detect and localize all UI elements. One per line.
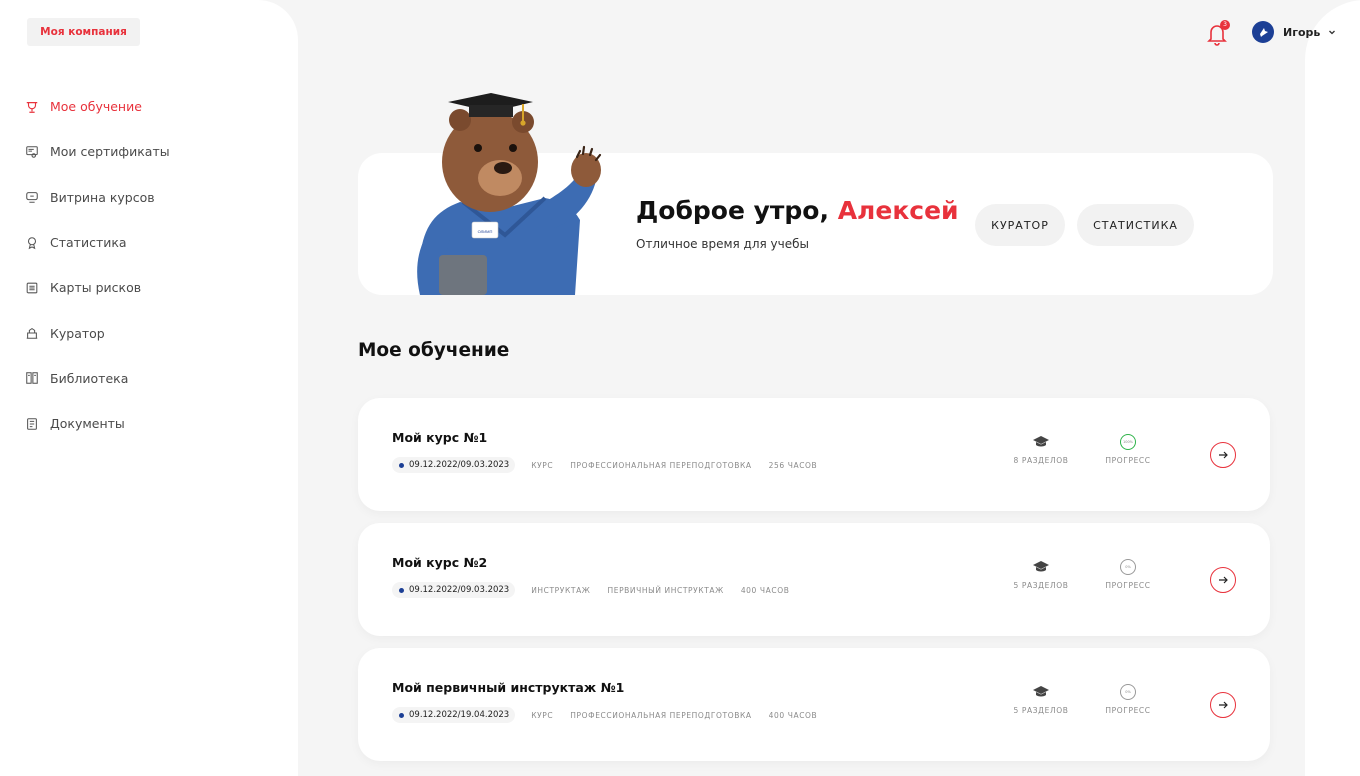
course-tag: КУРС	[531, 710, 554, 720]
progress-label: ПРОГРЕСС	[1105, 706, 1151, 715]
date-text: 09.12.2022/09.03.2023	[409, 460, 510, 470]
course-title: Мой первичный инструктаж №1	[392, 680, 625, 695]
sidebar: Моя компания Мое обучение Мои сертификат…	[0, 0, 298, 776]
open-course-button[interactable]	[1210, 567, 1236, 593]
course-progress: 0% ПРОГРЕСС	[1093, 559, 1163, 590]
course-dates: 09.12.2022/19.04.2023	[392, 707, 516, 723]
notification-badge: 3	[1220, 20, 1230, 30]
greeting-title: Доброе утро, Алексей	[636, 196, 959, 225]
sidebar-item-documents[interactable]: Документы	[24, 401, 274, 446]
sidebar-item-showcase[interactable]: Витрина курсов	[24, 175, 274, 220]
course-tag: ПРОФЕССИОНАЛЬНАЯ ПЕРЕПОДГОТОВКА	[570, 460, 752, 470]
badge-text: ОЛИМП	[478, 229, 493, 234]
sidebar-item-label: Мои сертификаты	[50, 144, 170, 160]
risk-map-icon	[24, 280, 40, 296]
curator-icon	[24, 325, 40, 341]
user-name: Игорь	[1283, 25, 1321, 39]
library-icon	[24, 370, 40, 386]
sections-label: 5 РАЗДЕЛОВ	[1013, 706, 1069, 715]
sidebar-item-label: Витрина курсов	[50, 189, 155, 205]
date-text: 09.12.2022/09.03.2023	[409, 585, 510, 595]
progress-value: 0%	[1125, 565, 1131, 569]
section-title: Мое обучение	[358, 340, 510, 361]
statistics-icon	[24, 235, 40, 251]
course-title: Мой курс №1	[392, 430, 488, 445]
progress-ring: 100%	[1120, 434, 1136, 450]
sidebar-item-statistics[interactable]: Статистика	[24, 220, 274, 265]
sidebar-item-label: Куратор	[50, 325, 105, 341]
sidebar-item-library[interactable]: Библиотека	[24, 356, 274, 401]
course-tag: 400 ЧАСОВ	[768, 710, 818, 720]
sidebar-nav: Мое обучение Мои сертификаты Витрина кур…	[24, 84, 274, 446]
greeting-subtitle: Отличное время для учебы	[636, 237, 809, 251]
arrow-right-icon	[1219, 451, 1228, 459]
course-tag: 400 ЧАСОВ	[740, 585, 790, 595]
sidebar-item-label: Статистика	[50, 235, 127, 251]
dot-icon	[399, 462, 404, 468]
graduation-icon	[24, 99, 40, 115]
user-menu[interactable]: Игорь	[1252, 20, 1336, 44]
dot-icon	[399, 712, 404, 718]
course-dates: 09.12.2022/09.03.2023	[392, 582, 516, 598]
course-sections: 8 РАЗДЕЛОВ	[1006, 434, 1076, 465]
greeting-name: Алексей	[837, 196, 959, 225]
sidebar-item-my-learning[interactable]: Мое обучение	[24, 84, 274, 129]
open-course-button[interactable]	[1210, 442, 1236, 468]
progress-label: ПРОГРЕСС	[1105, 456, 1151, 465]
showcase-icon	[24, 189, 40, 205]
statistics-button[interactable]: СТАТИСТИКА	[1077, 204, 1194, 246]
course-tag: КУРС	[531, 460, 554, 470]
sections-label: 5 РАЗДЕЛОВ	[1013, 581, 1069, 590]
sidebar-item-curator[interactable]: Куратор	[24, 310, 274, 355]
course-meta: 09.12.2022/19.04.2023 КУРС ПРОФЕССИОНАЛЬ…	[392, 707, 834, 723]
sidebar-item-label: Документы	[50, 416, 125, 432]
course-sections: 5 РАЗДЕЛОВ	[1006, 559, 1076, 590]
user-avatar-icon	[1260, 28, 1268, 37]
dot-icon	[399, 587, 404, 593]
course-meta: 09.12.2022/09.03.2023 ИНСТРУКТАЖ ПЕРВИЧН…	[392, 582, 806, 598]
progress-value: 0%	[1125, 690, 1131, 694]
documents-icon	[24, 416, 40, 432]
sidebar-item-certificates[interactable]: Мои сертификаты	[24, 129, 274, 174]
arrow-right-icon	[1219, 576, 1228, 584]
sidebar-item-label: Мое обучение	[50, 99, 142, 115]
course-card[interactable]: Мой первичный инструктаж №1 09.12.2022/1…	[358, 648, 1270, 761]
progress-value: 100%	[1122, 440, 1133, 444]
graduation-cap-icon	[1033, 436, 1049, 447]
bear-mascot-illustration: ОЛИМП	[405, 90, 615, 295]
course-tag: 256 ЧАСОВ	[768, 460, 818, 470]
course-dates: 09.12.2022/09.03.2023	[392, 457, 516, 473]
course-tag: ПЕРВИЧНЫЙ ИНСТРУКТАЖ	[607, 585, 724, 595]
curator-button[interactable]: КУРАТОР	[975, 204, 1065, 246]
sidebar-item-risk-maps[interactable]: Карты рисков	[24, 265, 274, 310]
course-tag: ИНСТРУКТАЖ	[531, 585, 591, 595]
company-button[interactable]: Моя компания	[27, 18, 140, 46]
graduation-cap-icon	[1033, 686, 1049, 697]
date-text: 09.12.2022/19.04.2023	[409, 710, 510, 720]
notifications-button[interactable]: 3	[1206, 20, 1230, 46]
graduation-cap-icon	[1033, 561, 1049, 572]
course-title: Мой курс №2	[392, 555, 488, 570]
right-panel-edge	[1305, 0, 1360, 776]
progress-ring: 0%	[1120, 684, 1136, 700]
chevron-down-icon	[1329, 30, 1336, 35]
course-sections: 5 РАЗДЕЛОВ	[1006, 684, 1076, 715]
course-progress: 100% ПРОГРЕСС	[1093, 434, 1163, 465]
certificate-icon	[24, 144, 40, 160]
course-tag: ПРОФЕССИОНАЛЬНАЯ ПЕРЕПОДГОТОВКА	[570, 710, 752, 720]
open-course-button[interactable]	[1210, 692, 1236, 718]
progress-label: ПРОГРЕСС	[1105, 581, 1151, 590]
course-card[interactable]: Мой курс №2 09.12.2022/09.03.2023 ИНСТРУ…	[358, 523, 1270, 636]
course-card[interactable]: Мой курс №1 09.12.2022/09.03.2023 КУРС П…	[358, 398, 1270, 511]
avatar	[1252, 21, 1274, 43]
sections-label: 8 РАЗДЕЛОВ	[1013, 456, 1069, 465]
course-progress: 0% ПРОГРЕСС	[1093, 684, 1163, 715]
sidebar-item-label: Карты рисков	[50, 280, 142, 296]
app: Моя компания Мое обучение Мои сертификат…	[0, 0, 1360, 776]
course-meta: 09.12.2022/09.03.2023 КУРС ПРОФЕССИОНАЛЬ…	[392, 457, 834, 473]
greeting-text: Доброе утро,	[636, 196, 829, 225]
progress-ring: 0%	[1120, 559, 1136, 575]
sidebar-item-label: Библиотека	[50, 370, 129, 386]
arrow-right-icon	[1219, 701, 1228, 709]
